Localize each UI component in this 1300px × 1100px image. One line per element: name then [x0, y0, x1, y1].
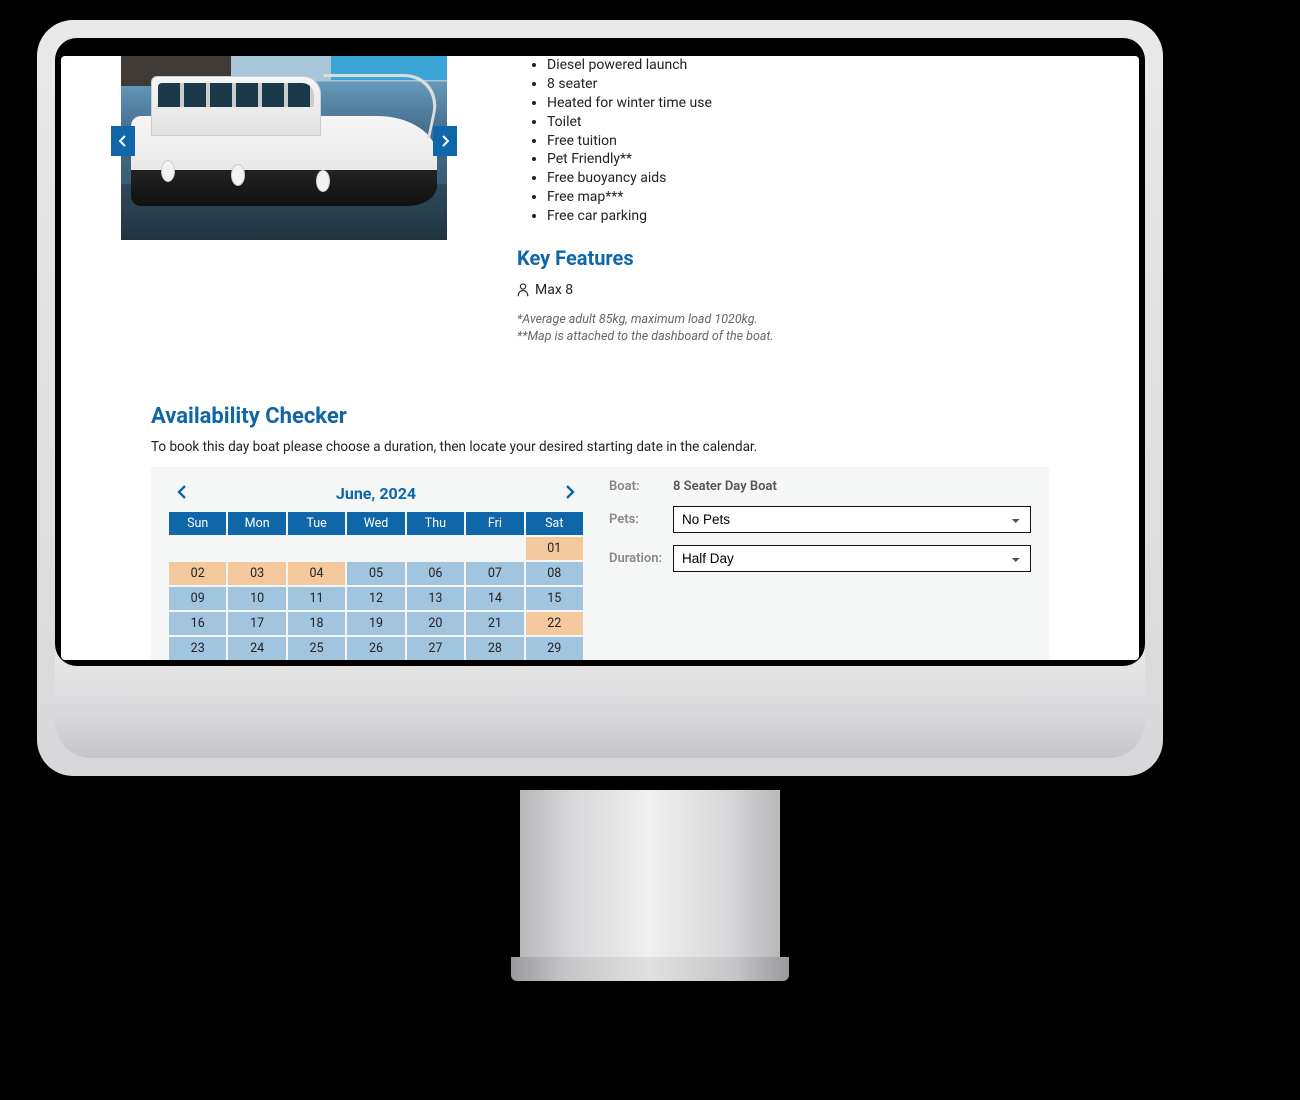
max-capacity-label: Max 8 — [535, 282, 573, 298]
calendar-day[interactable]: 23 — [169, 637, 226, 660]
features-list: Diesel powered launch8 seaterHeated for … — [517, 56, 1049, 226]
calendar-day[interactable]: 19 — [347, 612, 404, 635]
footnote-line: *Average adult 85kg, maximum load 1020kg… — [517, 312, 1049, 329]
calendar-empty-cell — [169, 537, 226, 560]
calendar-day[interactable]: 28 — [466, 637, 523, 660]
feature-item: Free tuition — [547, 132, 1049, 151]
key-features-heading: Key Features — [517, 246, 1049, 270]
calendar-day: 03 — [228, 562, 285, 585]
calendar-day: 01 — [526, 537, 583, 560]
pets-field-label: Pets: — [609, 512, 673, 527]
gallery-prev-button[interactable] — [111, 126, 135, 156]
booking-instructions: To book this day boat please choose a du… — [151, 439, 1049, 455]
calendar-empty-cell — [407, 537, 464, 560]
calendar-day[interactable]: 15 — [526, 587, 583, 610]
footnote-line: **Map is attached to the dashboard of th… — [517, 329, 1049, 346]
calendar-dow-header: Mon — [228, 512, 285, 535]
feature-item: Free map*** — [547, 188, 1049, 207]
calendar-day[interactable]: 10 — [228, 587, 285, 610]
feature-item: Free car parking — [547, 207, 1049, 226]
monitor-foot — [511, 957, 789, 981]
calendar-next-month[interactable] — [559, 481, 581, 506]
calendar-day[interactable]: 25 — [288, 637, 345, 660]
calendar-day[interactable]: 06 — [407, 562, 464, 585]
calendar-body: 01 02030405060708 09101112131415 1617181920… — [169, 537, 583, 660]
feature-item: Pet Friendly** — [547, 150, 1049, 169]
boat-field-value: 8 Seater Day Boat — [673, 479, 777, 494]
calendar-day[interactable]: 13 — [407, 587, 464, 610]
calendar-day[interactable]: 18 — [288, 612, 345, 635]
duration-select[interactable]: Half Day — [673, 545, 1031, 572]
calendar-dow-header: Tue — [288, 512, 345, 535]
calendar-day: 02 — [169, 562, 226, 585]
calendar-dow-header: Wed — [347, 512, 404, 535]
calendar-day[interactable]: 20 — [407, 612, 464, 635]
calendar-dow-header: Sat — [526, 512, 583, 535]
chevron-right-icon — [565, 485, 575, 499]
calendar-day[interactable]: 14 — [466, 587, 523, 610]
feature-item: Toilet — [547, 113, 1049, 132]
calendar-header-row: SunMonTueWedThuFriSat — [169, 512, 583, 535]
monitor-stand — [520, 790, 780, 960]
calendar-day[interactable]: 16 — [169, 612, 226, 635]
calendar-empty-cell — [228, 537, 285, 560]
feature-item: Diesel powered launch — [547, 56, 1049, 75]
calendar-day[interactable]: 11 — [288, 587, 345, 610]
calendar-day[interactable]: 27 — [407, 637, 464, 660]
feature-item: Free buoyancy aids — [547, 169, 1049, 188]
calendar-day: 22 — [526, 612, 583, 635]
availability-heading: Availability Checker — [151, 404, 1049, 429]
calendar-day[interactable]: 24 — [228, 637, 285, 660]
calendar-day[interactable]: 26 — [347, 637, 404, 660]
calendar-day[interactable]: 12 — [347, 587, 404, 610]
availability-panel: June, 2024 SunMonTueWedThuFriSat 0102030… — [151, 467, 1049, 660]
calendar-day[interactable]: 17 — [228, 612, 285, 635]
calendar-empty-cell — [347, 537, 404, 560]
feature-item: Heated for winter time use — [547, 94, 1049, 113]
calendar-day[interactable]: 08 — [526, 562, 583, 585]
pets-select[interactable]: No Pets — [673, 506, 1031, 533]
chevron-right-icon — [441, 135, 449, 147]
calendar-prev-month[interactable] — [171, 481, 193, 506]
calendar-day[interactable]: 09 — [169, 587, 226, 610]
footnotes: *Average adult 85kg, maximum load 1020kg… — [517, 312, 1049, 346]
calendar-month-title: June, 2024 — [336, 484, 416, 503]
calendar-day[interactable]: 21 — [466, 612, 523, 635]
calendar-empty-cell — [466, 537, 523, 560]
boat-field-label: Boat: — [609, 479, 673, 494]
person-icon — [517, 283, 529, 297]
boat-photo — [121, 56, 447, 240]
max-capacity: Max 8 — [517, 282, 1049, 298]
screen-content: Diesel powered launch8 seaterHeated for … — [61, 56, 1139, 660]
duration-field-label: Duration: — [609, 551, 673, 566]
calendar-empty-cell — [288, 537, 345, 560]
calendar-dow-header: Fri — [466, 512, 523, 535]
calendar-day[interactable]: 05 — [347, 562, 404, 585]
chevron-left-icon — [119, 135, 127, 147]
calendar-dow-header: Sun — [169, 512, 226, 535]
feature-item: 8 seater — [547, 75, 1049, 94]
boat-gallery — [121, 56, 447, 346]
calendar-dow-header: Thu — [407, 512, 464, 535]
calendar-day[interactable]: 07 — [466, 562, 523, 585]
chevron-left-icon — [177, 485, 187, 499]
calendar-day[interactable]: 29 — [526, 637, 583, 660]
calendar-day: 04 — [288, 562, 345, 585]
gallery-next-button[interactable] — [433, 126, 457, 156]
